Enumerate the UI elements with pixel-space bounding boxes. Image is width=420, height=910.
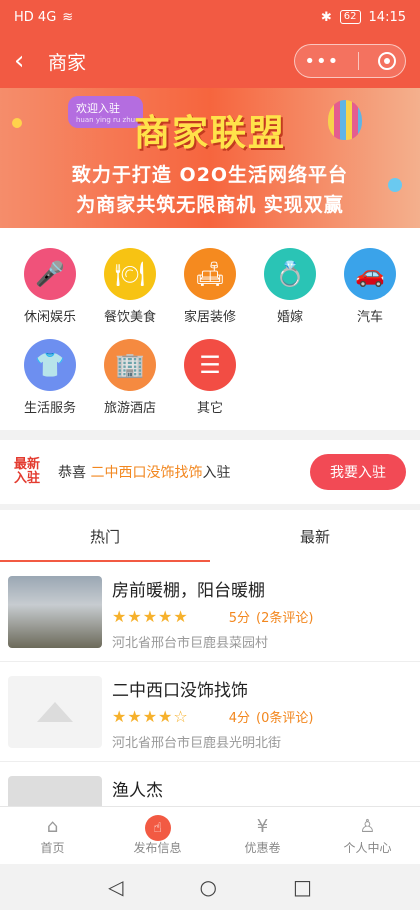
- join-suffix: 入驻: [202, 465, 231, 481]
- category-label: 其它: [196, 401, 223, 416]
- join-prefix: 恭喜: [58, 465, 86, 481]
- food-cloche-icon: 🍽: [104, 248, 156, 300]
- merchant-thumbnail: [8, 576, 102, 648]
- tab-label: 个人中心: [343, 841, 392, 855]
- more-icon[interactable]: •••: [304, 51, 339, 72]
- bottom-tab-bar: ⌂ 首页 ☝ 发布信息 ¥ 优惠卷 ♙ 个人中心: [0, 806, 420, 864]
- category-label: 家居装修: [183, 310, 236, 325]
- banner-line1: 致力于打造 O2O生活网络平台: [71, 164, 349, 186]
- join-shop-name[interactable]: 二中西口没饰找饰: [90, 465, 202, 481]
- car-icon: 🚗: [344, 248, 396, 300]
- badge-line2: 入驻: [14, 471, 41, 486]
- category-home-decor[interactable]: 🛋 家居装修: [170, 248, 250, 325]
- tab-label: 优惠卷: [244, 841, 281, 855]
- status-bar: HD 4G ≋ ✱ 62 14:15: [0, 0, 420, 34]
- comment-count: (0条评论): [256, 711, 314, 726]
- bluetooth-icon: ✱: [320, 9, 332, 25]
- promo-banner[interactable]: 欢迎入驻 huan ying ru zhu 商家联盟 致力于打造 O2O生活网络…: [0, 88, 420, 228]
- wifi-icon: ≋: [62, 9, 74, 25]
- category-leisure[interactable]: 🎤 休闲娱乐: [10, 248, 90, 325]
- tab-publish[interactable]: ☝ 发布信息: [105, 807, 210, 864]
- category-label: 婚嫁: [276, 310, 303, 325]
- capsule-divider: [357, 52, 359, 70]
- newest-badge: 最新 入驻: [14, 458, 48, 486]
- badge-line1: 最新: [14, 457, 41, 472]
- tab-profile[interactable]: ♙ 个人中心: [315, 807, 420, 864]
- image-placeholder-icon: [8, 676, 102, 748]
- page: HD 4G ≋ ✱ 62 14:15 ‹ 商家 ••• 欢迎入驻 huan yi…: [0, 0, 420, 910]
- publish-icon: ☝: [144, 815, 171, 841]
- newest-join-bar: 最新 入驻 恭喜 二中西口没饰找饰入驻 我要入驻: [0, 440, 420, 504]
- category-label: 汽车: [356, 310, 383, 325]
- comment-count: (2条评论): [256, 611, 314, 626]
- user-icon: ♙: [359, 816, 376, 837]
- tab-home[interactable]: ⌂ 首页: [0, 807, 105, 864]
- category-food[interactable]: 🍽 餐饮美食: [90, 248, 170, 325]
- page-title: 商家: [48, 51, 87, 74]
- banner-headline: 商家联盟: [133, 113, 286, 154]
- banner-line2: 为商家共筑无限商机 实现双赢: [76, 194, 344, 216]
- tab-coupon[interactable]: ¥ 优惠卷: [210, 807, 315, 864]
- back-icon[interactable]: ‹: [14, 46, 42, 76]
- join-button[interactable]: 我要入驻: [310, 454, 406, 490]
- home-icon: ⌂: [46, 816, 59, 837]
- tab-latest[interactable]: 最新: [210, 510, 420, 562]
- list-tabs: 热门 最新: [0, 510, 420, 562]
- category-travel-hotel[interactable]: 🏢 旅游酒店: [90, 339, 170, 416]
- coupon-icon: ¥: [256, 816, 269, 837]
- microphone-icon: 🎤: [24, 248, 76, 300]
- category-grid: 🎤 休闲娱乐 🍽 餐饮美食 🛋 家居装修 💍 婚嫁 🚗 汽车 👕 生活服务 🏢 …: [0, 228, 420, 430]
- miniprogram-capsule: •••: [294, 44, 406, 78]
- merchant-name: 房前暖棚，阳台暖棚: [112, 581, 265, 601]
- system-back-icon[interactable]: ◁: [108, 875, 123, 899]
- category-label: 旅游酒店: [103, 401, 156, 416]
- tshirt-icon: 👕: [24, 339, 76, 391]
- sofa-icon: 🛋: [184, 248, 236, 300]
- list-item[interactable]: 二中西口没饰找饰 ★★★★☆ 4分 (0条评论) 河北省邢台市巨鹿县光明北街: [0, 662, 420, 762]
- tab-hot[interactable]: 热门: [0, 510, 210, 562]
- battery-indicator: 62: [339, 10, 361, 24]
- category-label: 生活服务: [23, 401, 76, 416]
- nav-bar: ‹ 商家 •••: [0, 34, 420, 88]
- category-label: 休闲娱乐: [23, 310, 76, 325]
- clock: 14:15: [368, 9, 406, 25]
- rating-score: 5分: [228, 611, 250, 626]
- system-home-icon[interactable]: ○: [200, 875, 217, 899]
- rings-icon: 💍: [264, 248, 316, 300]
- merchant-address: 河北省邢台市巨鹿县菜园村: [112, 636, 269, 651]
- category-other[interactable]: ☰ 其它: [170, 339, 250, 416]
- list-icon: ☰: [184, 339, 236, 391]
- close-target-icon[interactable]: [377, 52, 396, 70]
- star-rating: ★★★★★: [112, 607, 189, 626]
- category-label: 餐饮美食: [103, 310, 156, 325]
- join-message: 恭喜 二中西口没饰找饰入驻: [58, 462, 310, 482]
- system-recent-icon[interactable]: □: [293, 875, 312, 899]
- category-car[interactable]: 🚗 汽车: [330, 248, 410, 325]
- category-life-service[interactable]: 👕 生活服务: [10, 339, 90, 416]
- star-rating: ★★★★☆: [112, 707, 189, 726]
- building-icon: 🏢: [104, 339, 156, 391]
- system-nav-bar: ◁ ○ □: [0, 864, 420, 910]
- tab-label: 首页: [40, 841, 65, 855]
- list-item[interactable]: 房前暖棚，阳台暖棚 ★★★★★ 5分 (2条评论) 河北省邢台市巨鹿县菜园村: [0, 562, 420, 662]
- tab-label: 发布信息: [133, 841, 182, 855]
- merchant-name: 二中西口没饰找饰: [112, 681, 248, 701]
- merchant-name: 渔人杰: [112, 781, 163, 801]
- merchant-address: 河北省邢台市巨鹿县光明北街: [112, 736, 282, 751]
- signal-text: HD 4G: [14, 9, 57, 25]
- category-wedding[interactable]: 💍 婚嫁: [250, 248, 330, 325]
- rating-score: 4分: [228, 711, 250, 726]
